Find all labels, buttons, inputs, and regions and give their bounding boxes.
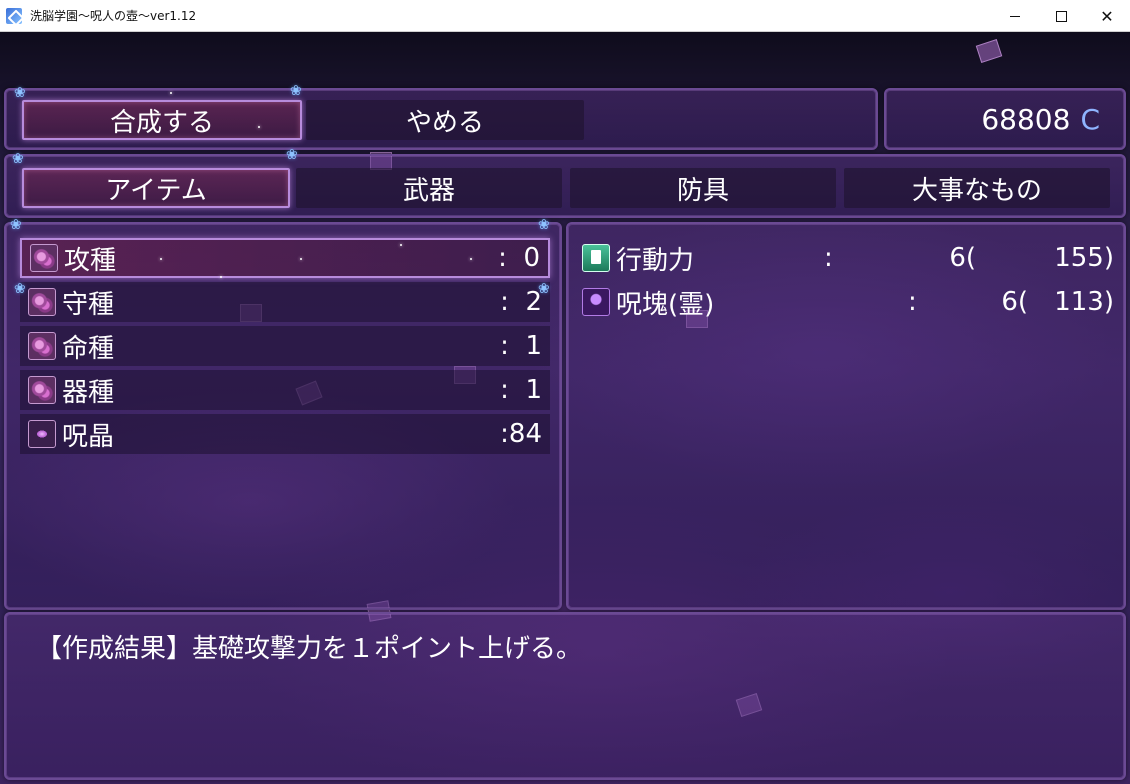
maximize-button[interactable] [1038, 0, 1084, 32]
sparkle [220, 276, 222, 278]
item-count: : 1 [500, 375, 542, 405]
item-count: : 2 [500, 287, 542, 317]
item-name: 攻種 [64, 245, 117, 276]
window-title: 洗脳学園～呪人の壺～ver1.12 [30, 9, 197, 23]
sparkle [258, 126, 260, 128]
flower-ornament-icon: ❀ [14, 85, 26, 101]
tab-item[interactable]: アイテム [22, 168, 290, 208]
seed-icon [28, 288, 56, 316]
requirement-value: 6( [949, 243, 976, 273]
window-controls: ✕ [992, 0, 1130, 32]
category-window: アイテム 武器 防具 大事なもの [4, 154, 1126, 218]
item-name: 命種 [62, 333, 115, 364]
cancel-button[interactable]: やめる [306, 100, 584, 140]
sparkle [300, 258, 302, 260]
gold-window: 68808 C [884, 88, 1126, 150]
sparkle [400, 244, 402, 246]
minimize-button[interactable] [992, 0, 1038, 32]
sparkle [470, 258, 472, 260]
requirement-total: 113) [1054, 287, 1114, 317]
item-count: : 0 [498, 243, 540, 273]
requirement-row: 行動力 : 6( 155) [582, 238, 1117, 278]
list-item[interactable]: 器種 : 1 [20, 370, 550, 410]
requirement-total: 155) [1054, 243, 1114, 273]
synthesize-button[interactable]: 合成する [22, 100, 302, 140]
seed-icon [28, 376, 56, 404]
book-icon [582, 244, 610, 272]
tab-key-items[interactable]: 大事なもの [844, 168, 1110, 208]
list-item[interactable]: 守種 : 2 [20, 282, 550, 322]
sparkle [170, 92, 172, 94]
requirement-name: 呪塊(霊) [616, 289, 715, 320]
flower-ornament-icon: ❀ [290, 83, 302, 99]
requirement-row: 呪塊(霊) : 6( 113) [582, 282, 1117, 322]
gold-unit: C [1080, 102, 1100, 136]
command-window: 合成する やめる [4, 88, 878, 150]
item-name: 呪晶 [62, 421, 115, 452]
item-list-window: 攻種 : 0 守種 : 2 命種 : 1 器種 : 1 呪晶 :84 [4, 222, 562, 610]
item-count: : 1 [500, 331, 542, 361]
flower-ornament-icon: ❀ [538, 281, 550, 297]
flower-ornament-icon: ❀ [12, 151, 24, 167]
item-name: 器種 [62, 377, 115, 408]
item-count: :84 [500, 419, 542, 449]
help-text: 【作成結果】基礎攻撃力を１ポイント上げる。 [36, 634, 583, 664]
window-titlebar: 洗脳学園～呪人の壺～ver1.12 ✕ [0, 0, 1130, 32]
spirit-icon [582, 288, 610, 316]
requirement-colon: : [824, 243, 833, 273]
item-name: 守種 [62, 289, 115, 320]
list-item[interactable]: 命種 : 1 [20, 326, 550, 366]
seed-icon [28, 332, 56, 360]
list-item[interactable]: 呪晶 :84 [20, 414, 550, 454]
close-button[interactable]: ✕ [1084, 0, 1130, 32]
help-window: 【作成結果】基礎攻撃力を１ポイント上げる。 [4, 612, 1126, 780]
flower-ornament-icon: ❀ [286, 147, 298, 163]
flower-ornament-icon: ❀ [10, 217, 22, 233]
gold-amount: 68808 [981, 102, 1071, 136]
app-icon [6, 7, 22, 24]
requirements-window: 行動力 : 6( 155) 呪塊(霊) : 6( 113) [566, 222, 1126, 610]
tab-armor[interactable]: 防具 [570, 168, 836, 208]
requirement-colon: : [908, 287, 917, 317]
tab-weapon[interactable]: 武器 [296, 168, 562, 208]
requirement-name: 行動力 [616, 245, 695, 276]
seed-icon [30, 244, 58, 272]
flower-ornament-icon: ❀ [14, 281, 26, 297]
requirement-value: 6( [1001, 287, 1028, 317]
gold-display: 68808 C [981, 90, 1100, 148]
floating-card-icon [975, 39, 1003, 63]
flower-ornament-icon: ❀ [538, 217, 550, 233]
crystal-icon [28, 420, 56, 448]
sparkle [160, 258, 162, 260]
game-screen: 合成する やめる 68808 C アイテム 武器 防具 大事なもの 攻種 : 0… [0, 32, 1130, 784]
